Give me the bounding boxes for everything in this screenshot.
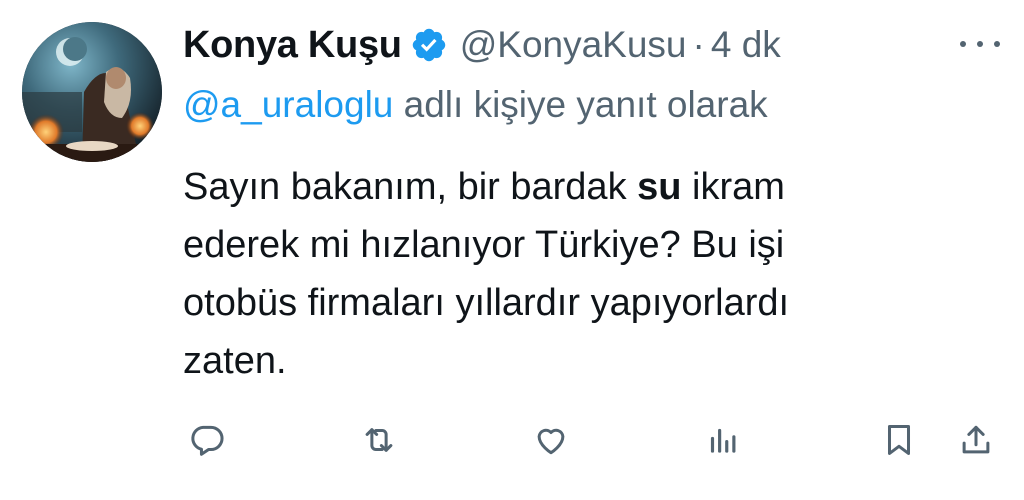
share-icon[interactable] [954,418,998,462]
tweet-text-segment: Sayın bakanım, bir bardak [183,166,638,208]
retweet-icon[interactable] [357,418,401,462]
timestamp[interactable]: 4 dk [711,24,781,66]
reply-context: @a_uraloglu adlı kişiye yanıt olarak [183,84,768,126]
tweet-text-line-1: Sayın bakanım, bir bardak su ikram [183,158,983,216]
tweet-card[interactable]: Konya Kuşu @KonyaKusu · 4 dk @a_uraloglu… [0,0,1024,500]
bookmark-icon[interactable] [877,418,921,462]
separator-dot: · [692,24,705,65]
avatar[interactable] [22,22,162,162]
reply-icon[interactable] [185,418,229,462]
tweet-text-line-4: zaten. [183,340,287,382]
display-name[interactable]: Konya Kuşu [183,24,402,67]
verified-badge-icon[interactable] [410,26,448,64]
user-handle[interactable]: @KonyaKusu [460,24,687,66]
tweet-text-line-2: ederek mi hızlanıyor Türkiye? Bu işi [183,224,785,266]
tweet-text-line-3: otobüs firmaları yıllardır yapıyorlardı [183,282,790,324]
reply-context-text: adlı kişiye yanıt olarak [393,84,768,125]
tweet-text-segment: ikram [681,166,785,208]
like-icon[interactable] [529,418,573,462]
tweet-text-bold: su [637,166,682,208]
tweet-text: Sayın bakanım, bir bardak su ikram edere… [183,158,983,390]
action-bar [0,418,1024,462]
reply-mention-link[interactable]: @a_uraloglu [183,84,393,125]
tweet-header: Konya Kuşu @KonyaKusu · 4 dk [183,20,781,70]
avatar-image [22,22,162,162]
more-options-icon[interactable] [960,32,1000,56]
views-icon[interactable] [700,418,744,462]
